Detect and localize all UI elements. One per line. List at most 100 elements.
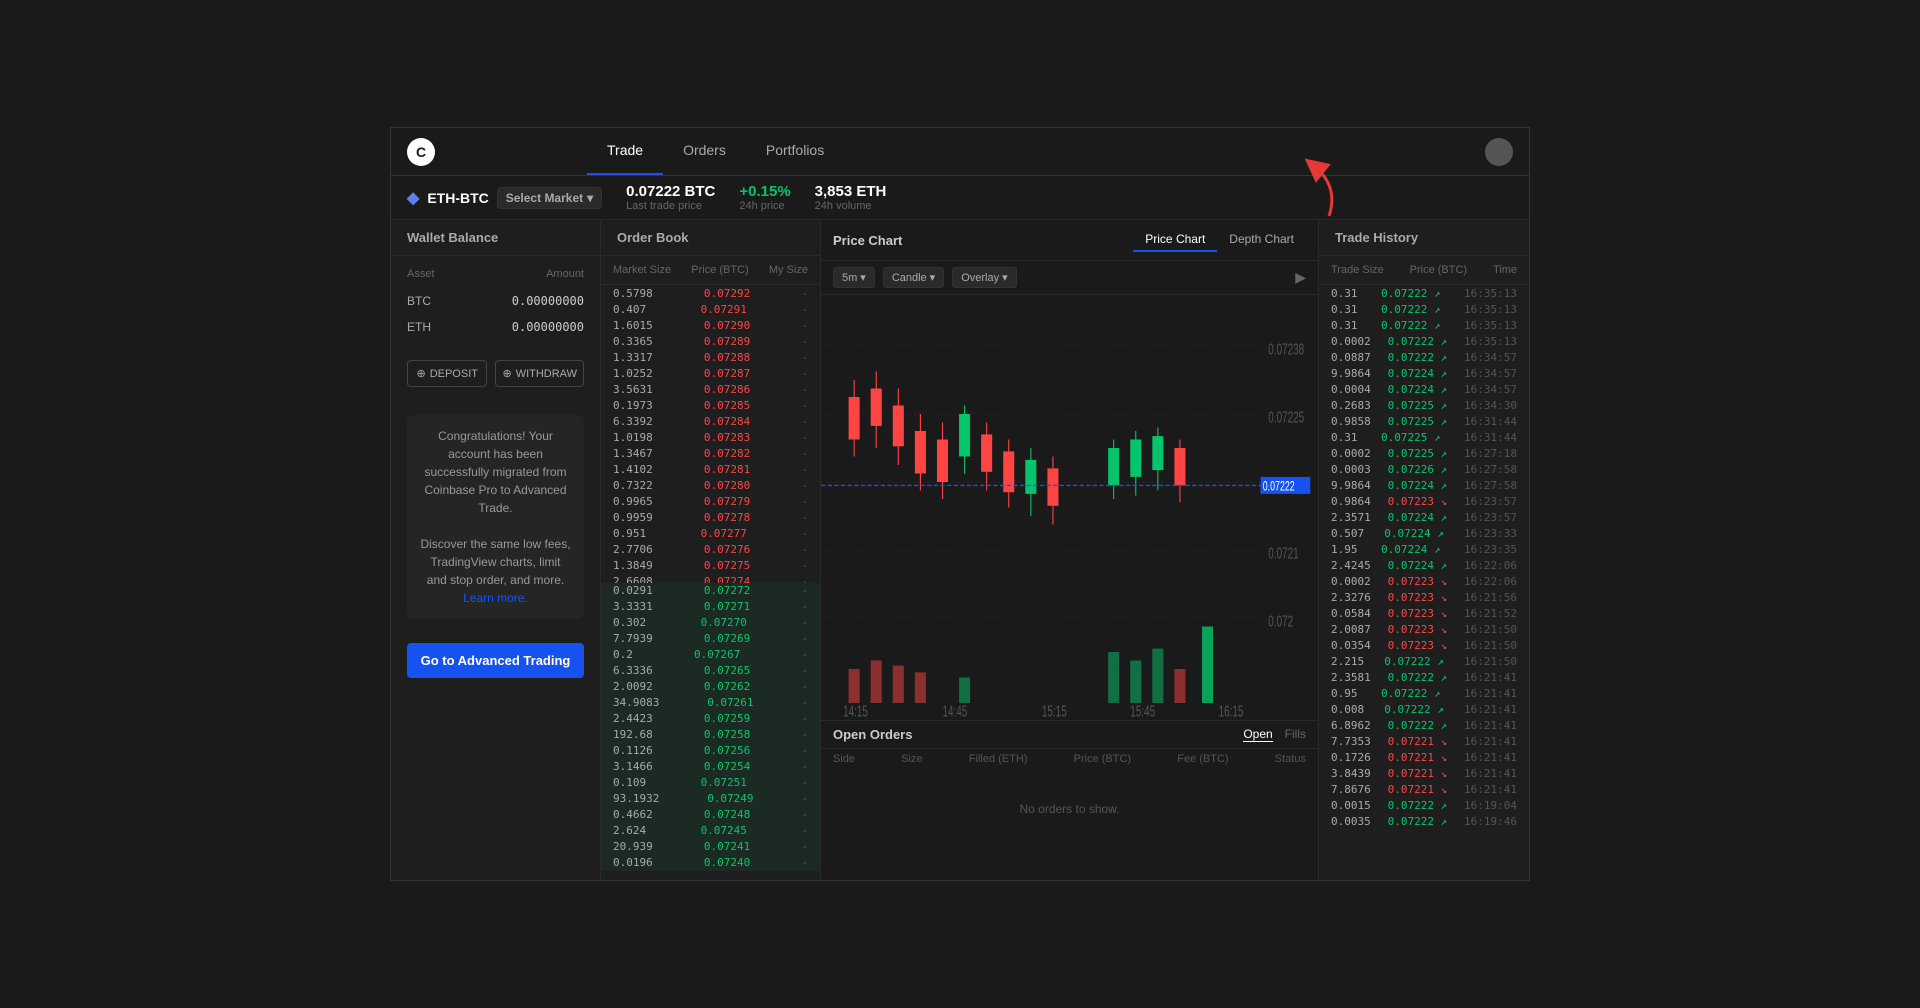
th-trade-price: 0.07222 ↗	[1388, 815, 1448, 828]
withdraw-button[interactable]: ⊕ WITHDRAW	[495, 360, 584, 387]
th-trade-price: 0.07225 ↗	[1381, 431, 1441, 444]
ob-market-size: 0.951	[613, 527, 646, 540]
svg-text:0.07222: 0.07222	[1263, 480, 1295, 494]
th-trade-size: 0.31	[1331, 319, 1358, 332]
logo-area: C	[407, 138, 587, 166]
chart-area: Price Chart Price Chart Depth Chart 5m ▾…	[821, 220, 1319, 880]
user-avatar[interactable]	[1485, 138, 1513, 166]
ob-my-size: -	[801, 303, 808, 316]
trade-history-row: 0.00040.07224 ↗16:34:57	[1319, 381, 1529, 397]
th-trade-price: 0.07222 ↗	[1384, 703, 1444, 716]
trade-history-row: 0.00030.07226 ↗16:27:58	[1319, 461, 1529, 477]
nav-tab-trade[interactable]: Trade	[587, 127, 663, 175]
select-market-button[interactable]: Select Market ▾	[497, 187, 602, 209]
ob-buy-row: 6.33360.07265-	[601, 663, 820, 679]
ob-my-size: -	[801, 840, 808, 853]
ob-my-size: -	[801, 664, 808, 677]
eth-asset-label: ETH	[407, 320, 431, 334]
main-layout: Wallet Balance Asset Amount BTC 0.000000…	[391, 220, 1529, 880]
th-trade-size: 2.215	[1331, 655, 1364, 668]
nav-tab-portfolios[interactable]: Portfolios	[746, 127, 844, 175]
ob-market-size: 1.3317	[613, 351, 653, 364]
th-trade-size: 0.0015	[1331, 799, 1371, 812]
tab-depth-chart[interactable]: Depth Chart	[1217, 228, 1306, 252]
ob-price-red: 0.07291	[701, 303, 747, 316]
time-interval-button[interactable]: 5m ▾	[833, 267, 875, 288]
trade-history-row: 7.86760.07221 ↘16:21:41	[1319, 781, 1529, 797]
th-trade-time: 16:21:50	[1464, 623, 1517, 636]
ob-market-size: 2.6608	[613, 575, 653, 583]
th-size-col: Trade Size	[1331, 264, 1384, 276]
learn-more-link[interactable]: Learn more.	[463, 591, 528, 605]
expand-icon[interactable]: ▶	[1295, 269, 1306, 286]
ob-sell-row: 3.56310.07286-	[601, 381, 820, 397]
nav-tab-orders[interactable]: Orders	[663, 127, 746, 175]
ob-market-size: 20.939	[613, 840, 653, 853]
ob-market-size: 0.407	[613, 303, 646, 316]
ob-buy-row: 2.6240.07245-	[601, 823, 820, 839]
chart-canvas: 0.07238 0.07225 0.07222 0.0721 0.072	[821, 295, 1318, 720]
svg-text:14:15: 14:15	[843, 702, 868, 720]
trade-history-row: 0.00020.07223 ↘16:22:06	[1319, 573, 1529, 589]
ob-my-size: -	[801, 559, 808, 572]
trade-history-row: 0.310.07225 ↗16:31:44	[1319, 429, 1529, 445]
volume-label: 24h volume	[815, 200, 887, 212]
th-trade-time: 16:34:57	[1464, 367, 1517, 380]
overlay-button[interactable]: Overlay ▾	[952, 267, 1016, 288]
trade-history-row: 0.00020.07225 ↗16:27:18	[1319, 445, 1529, 461]
trade-history-row: 9.98640.07224 ↗16:34:57	[1319, 365, 1529, 381]
trade-history-row: 0.950.07222 ↗16:21:41	[1319, 685, 1529, 701]
th-trade-price: 0.07225 ↗	[1388, 447, 1448, 460]
tab-price-chart[interactable]: Price Chart	[1133, 228, 1217, 252]
svg-text:16:15: 16:15	[1219, 702, 1244, 720]
btc-asset-label: BTC	[407, 294, 431, 308]
ob-market-size: 0.9965	[613, 495, 653, 508]
svg-text:15:15: 15:15	[1042, 702, 1067, 720]
th-trade-time: 16:34:57	[1464, 383, 1517, 396]
th-trade-price: 0.07222 ↗	[1381, 303, 1441, 316]
th-trade-price: 0.07223 ↘	[1388, 591, 1448, 604]
ob-price-green: 0.07267	[694, 648, 740, 661]
amount-col-header: Amount	[546, 268, 584, 280]
tab-open[interactable]: Open	[1243, 727, 1272, 742]
chevron-icon: ▾	[860, 271, 866, 284]
ob-my-size: -	[801, 712, 808, 725]
tab-fills[interactable]: Fills	[1285, 727, 1306, 742]
plus-icon: ⊕	[416, 367, 425, 380]
svg-text:14:45: 14:45	[942, 702, 967, 720]
trade-history-row: 0.5070.07224 ↗16:23:33	[1319, 525, 1529, 541]
th-trade-time: 16:34:57	[1464, 351, 1517, 364]
th-trade-time: 16:21:41	[1464, 735, 1517, 748]
coinbase-logo[interactable]: C	[407, 138, 435, 166]
th-trade-size: 1.95	[1331, 543, 1358, 556]
trade-history-row: 2.35710.07224 ↗16:23:57	[1319, 509, 1529, 525]
th-trade-price: 0.07222 ↗	[1388, 671, 1448, 684]
th-trade-price: 0.07224 ↗	[1384, 527, 1444, 540]
chart-type-button[interactable]: Candle ▾	[883, 267, 944, 288]
nav-right	[1485, 138, 1513, 166]
ob-market-size: 0.0291	[613, 584, 653, 597]
ob-my-size: -	[801, 632, 808, 645]
market-selector: ◆ ETH-BTC Select Market ▾	[407, 187, 602, 209]
th-trade-size: 0.0887	[1331, 351, 1371, 364]
ob-my-size: -	[801, 495, 808, 508]
ob-my-size: -	[801, 287, 808, 300]
ob-market-size: 0.9959	[613, 511, 653, 524]
th-trade-time: 16:21:52	[1464, 607, 1517, 620]
th-trade-time: 16:22:06	[1464, 575, 1517, 588]
ob-market-size: 6.3336	[613, 664, 653, 677]
th-trade-size: 2.3276	[1331, 591, 1371, 604]
trade-history-row: 0.17260.07221 ↘16:21:41	[1319, 749, 1529, 765]
ob-price-red: 0.07281	[704, 463, 750, 476]
advanced-trading-button[interactable]: Go to Advanced Trading	[407, 643, 584, 678]
last-trade-label: Last trade price	[626, 200, 715, 212]
ob-my-size: -	[801, 367, 808, 380]
trade-history-row: 0.00020.07222 ↗16:35:13	[1319, 333, 1529, 349]
col-size: Size	[901, 753, 922, 765]
market-pair: ETH-BTC	[427, 190, 488, 206]
ob-market-size: 1.3467	[613, 447, 653, 460]
ob-sell-row: 1.01980.07283-	[601, 429, 820, 445]
deposit-button[interactable]: ⊕ DEPOSIT	[407, 360, 487, 387]
th-trade-size: 0.008	[1331, 703, 1364, 716]
trade-history-row: 0.03540.07223 ↘16:21:50	[1319, 637, 1529, 653]
